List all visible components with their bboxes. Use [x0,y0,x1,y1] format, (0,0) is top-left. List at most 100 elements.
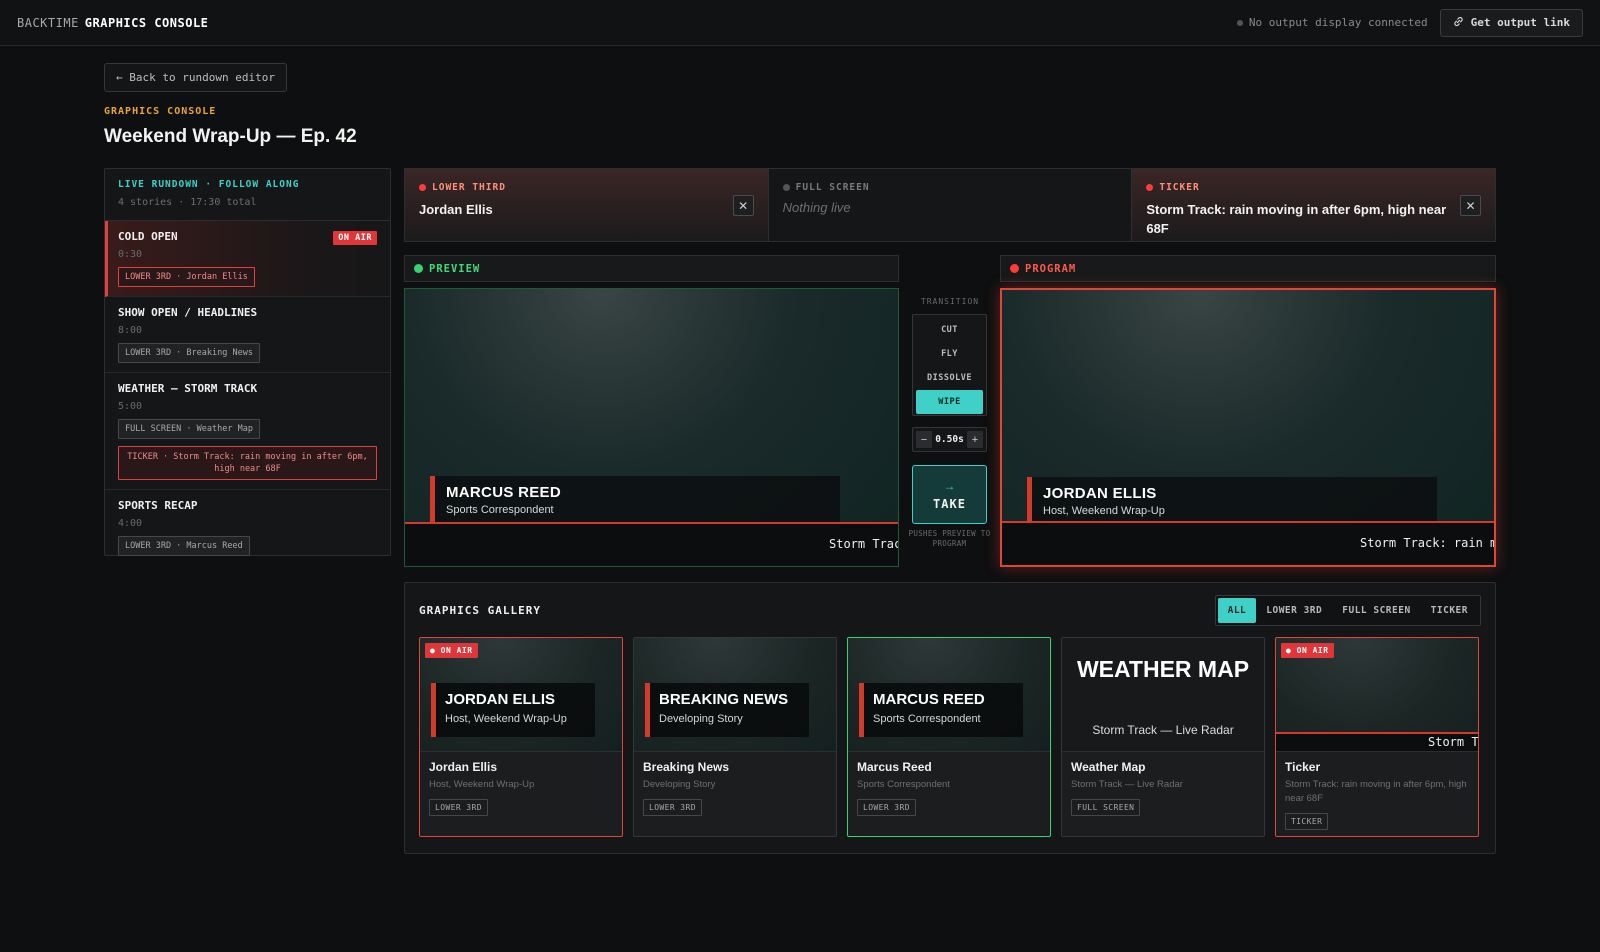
slot-lower-third: LOWER THIRD Jordan Ellis ✕ [405,169,769,241]
close-icon: ✕ [1465,198,1476,213]
card-thumbnail: ● ON AIR JORDAN ELLIS Host, Weekend Wrap… [420,638,622,752]
slot-label: TICKER [1146,182,1481,193]
card-thumbnail: ● ON AIR Storm Track: rain moving in aft… [1276,638,1478,752]
gallery-card-breaking-news[interactable]: BREAKING NEWS Developing Story Breaking … [633,637,837,837]
program-header: PROGRAM [1000,255,1496,282]
gallery-card-marcus-reed[interactable]: MARCUS REED Sports Correspondent Marcus … [847,637,1051,837]
preview-dot-icon [414,264,423,273]
slot-value: Nothing live [782,200,851,215]
status-dot-icon [1236,19,1243,26]
card-thumbnail: BREAKING NEWS Developing Story [634,638,836,752]
program-label: PROGRAM [1025,262,1077,275]
ticker-text: Storm Track: rain moving in after 6pm, h… [1360,536,1494,550]
filter-lower-3rd[interactable]: LOWER 3RD [1256,598,1332,623]
story-show-open[interactable]: SHOW OPEN / HEADLINES 8:00 LOWER 3RD · B… [105,297,390,373]
thumb-name: MARCUS REED [873,691,985,708]
card-name: Weather Map [1071,760,1146,774]
program-dot-icon [1010,264,1019,273]
thumb-lower-third: BREAKING NEWS Developing Story [645,683,809,737]
plus-icon: + [971,433,979,446]
thumb-lower-third: MARCUS REED Sports Correspondent [859,683,1023,737]
program-lower-third: JORDAN ELLIS Host, Weekend Wrap-Up [1027,477,1437,523]
story-duration: 0:30 [118,249,143,260]
story-duration: 8:00 [118,325,143,336]
arrow-right-icon: → [943,478,956,493]
brand-name: GRAPHICS CONSOLE [84,15,209,30]
thumb-name: JORDAN ELLIS [445,691,556,708]
card-thumbnail: WEATHER MAP Storm Track — Live Radar [1062,638,1264,752]
story-cold-open[interactable]: COLD OPEN ON AIR 0:30 LOWER 3RD · Jordan… [105,221,390,297]
thumb-subtitle: Host, Weekend Wrap-Up [445,713,567,725]
story-duration: 4:00 [118,518,143,529]
card-type-tag: LOWER 3RD [643,799,702,816]
minus-icon: − [920,433,928,446]
story-graphic-chip[interactable]: LOWER 3RD · Breaking News [118,343,260,363]
thumb-ticker: Storm Track: rain moving in after 6pm, h… [1276,732,1478,751]
thumb-ticker-text: Storm Track: rain moving in after 6pm, h… [1428,735,1478,749]
preview-lower-third: MARCUS REED Sports Correspondent [430,476,840,522]
on-air-label: ON AIR [440,646,473,655]
lower-third-name: MARCUS REED [446,484,561,501]
card-name: Ticker [1285,760,1321,774]
transition-duration-stepper: − 0.50s + [912,427,987,452]
card-description: Developing Story [643,779,716,790]
increase-duration-button[interactable]: + [966,431,983,448]
story-graphic-chip-ticker[interactable]: TICKER · Storm Track: rain moving in aft… [118,446,377,480]
preview-header: PREVIEW [404,255,899,282]
card-type-tag: LOWER 3RD [857,799,916,816]
clear-lower-third-button[interactable]: ✕ [732,195,754,216]
story-graphic-chip[interactable]: FULL SCREEN · Weather Map [118,419,260,439]
story-weather[interactable]: WEATHER — STORM TRACK 5:00 FULL SCREEN ·… [105,373,390,490]
gallery-card-ticker[interactable]: ● ON AIR Storm Track: rain moving in aft… [1275,637,1479,837]
slot-ticker: TICKER Storm Track: rain moving in after… [1132,169,1496,241]
filter-all[interactable]: ALL [1217,598,1257,623]
page-eyebrow: GRAPHICS CONSOLE [104,106,217,117]
gallery-cards: ● ON AIR JORDAN ELLIS Host, Weekend Wrap… [419,637,1479,837]
back-to-rundown-button[interactable]: ← Back to rundown editor [104,63,287,92]
transition-cut[interactable]: CUT [916,318,983,342]
lower-third-subtitle: Sports Correspondent [446,504,554,516]
take-label: TAKE [933,496,966,511]
slot-label-text: TICKER [1159,182,1200,193]
slot-label-text: FULL SCREEN [795,182,870,193]
filter-ticker[interactable]: TICKER [1421,598,1478,623]
program-ticker: Storm Track: rain moving in after 6pm, h… [1002,521,1494,565]
card-description: Storm Track: rain moving in after 6pm, h… [1285,779,1467,804]
gallery-filter-tabs: ALL LOWER 3RD FULL SCREEN TICKER [1214,595,1481,626]
preview-monitor[interactable]: MARCUS REED Sports Correspondent Storm T… [404,288,899,567]
program-monitor: JORDAN ELLIS Host, Weekend Wrap-Up Storm… [1000,288,1496,567]
story-graphic-chip[interactable]: LOWER 3RD · Jordan Ellis [118,267,255,287]
transition-dissolve[interactable]: DISSOLVE [916,366,983,390]
story-sports-recap[interactable]: SPORTS RECAP 4:00 LOWER 3RD · Marcus Ree… [105,490,390,565]
clear-ticker-button[interactable]: ✕ [1460,195,1482,216]
card-description: Host, Weekend Wrap-Up [429,779,535,790]
on-air-badge: ● ON AIR [425,643,478,658]
transition-wipe[interactable]: WIPE [916,390,983,414]
transition-fly[interactable]: FLY [916,342,983,366]
decrease-duration-button[interactable]: − [916,431,932,448]
preview-label: PREVIEW [429,262,481,275]
live-slots-bar: LOWER THIRD Jordan Ellis ✕ FULL SCREEN N… [404,168,1496,242]
gallery-card-weather-map[interactable]: WEATHER MAP Storm Track — Live Radar Wea… [1061,637,1265,837]
card-type-tag: FULL SCREEN [1071,799,1141,816]
thumb-full-screen-title: WEATHER MAP [1076,656,1250,682]
live-dot-icon [1146,184,1154,191]
story-graphic-chip[interactable]: LOWER 3RD · Marcus Reed [118,536,250,556]
card-name: Jordan Ellis [429,760,498,774]
card-type-tag: LOWER 3RD [429,799,488,816]
transition-label: TRANSITION [920,297,980,306]
thumb-subtitle: Sports Correspondent [873,713,981,725]
rundown-title: LIVE RUNDOWN · FOLLOW ALONG [118,179,300,190]
get-output-link-button[interactable]: Get output link [1439,8,1583,37]
link-icon [1453,16,1464,30]
rundown-meta: 4 stories · 17:30 total [118,197,257,208]
idle-dot-icon [782,184,790,191]
live-dot-icon [419,184,426,191]
app-brand: BACKTIME GRAPHICS CONSOLE [17,16,208,30]
card-description: Sports Correspondent [857,779,950,790]
gallery-card-jordan-ellis[interactable]: ● ON AIR JORDAN ELLIS Host, Weekend Wrap… [419,637,623,837]
thumb-full-screen-subtitle: Storm Track — Live Radar [1092,723,1234,737]
take-button[interactable]: → TAKE [912,465,987,524]
gallery-title: GRAPHICS GALLERY [419,604,541,617]
filter-full-screen[interactable]: FULL SCREEN [1332,598,1420,623]
